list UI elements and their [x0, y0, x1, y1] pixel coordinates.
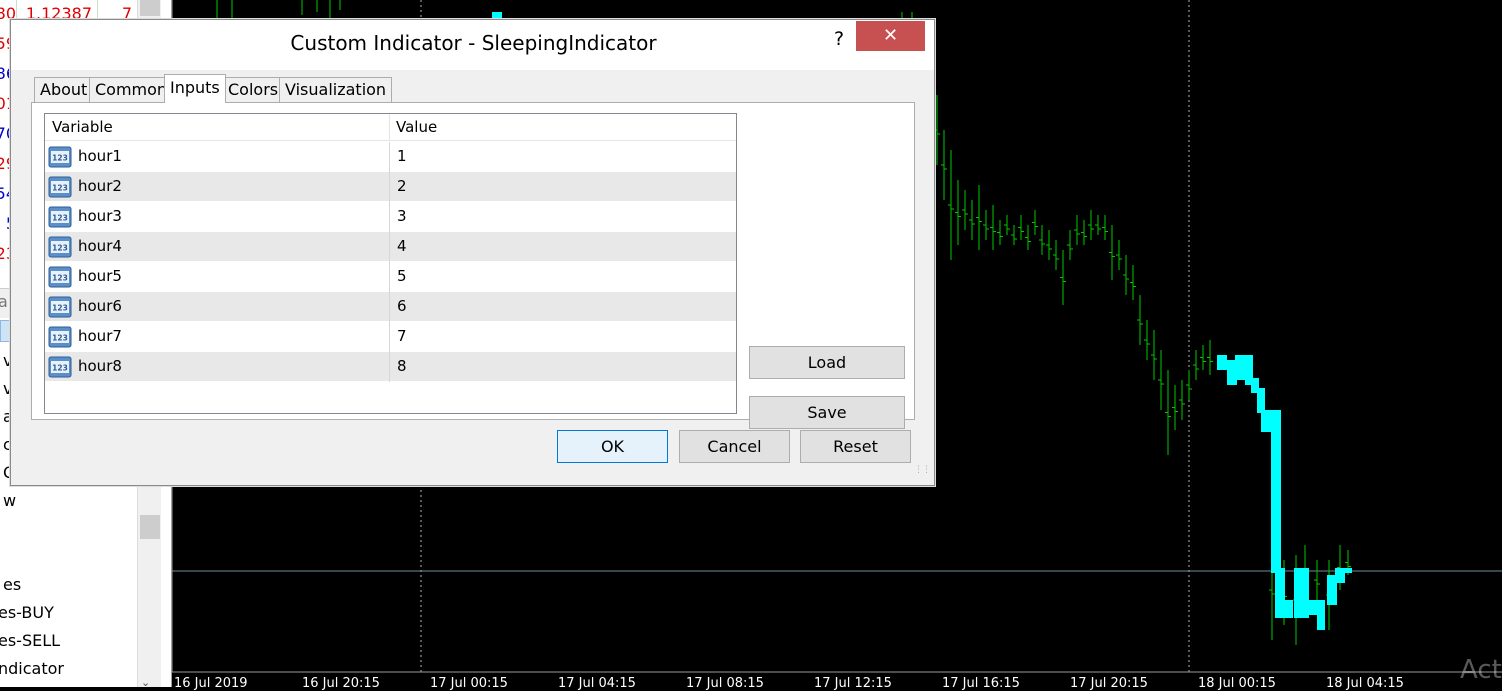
input-row[interactable]: 123 hour7 7: [45, 322, 736, 352]
scrollbar-thumb[interactable]: [140, 0, 160, 16]
scrollbar-thumb[interactable]: [140, 515, 160, 539]
activate-windows-watermark: Activate Window: [1460, 655, 1502, 685]
variable-name[interactable]: hour5: [78, 267, 122, 285]
variable-value[interactable]: 7: [397, 327, 407, 345]
tab-common[interactable]: Common: [89, 77, 174, 102]
time-axis-label: 17 Jul 16:15: [942, 676, 1020, 691]
integer-type-icon-label: 123: [52, 214, 68, 223]
inputs-grid: Variable Value 123 hour1 1 123 hour2 2 123 hour…: [44, 113, 737, 414]
integer-type-icon: 123: [48, 146, 72, 168]
input-row[interactable]: 123 hour3 3: [45, 202, 736, 232]
sleeping-hours-block: [1257, 388, 1265, 413]
integer-type-icon: 123: [48, 326, 72, 348]
time-axis-label: 17 Jul 08:15: [686, 676, 764, 691]
input-row[interactable]: 123 hour4 4: [45, 232, 736, 262]
cell-divider: [389, 322, 390, 352]
sleeping-hours-block: [1275, 568, 1285, 618]
help-button[interactable]: ?: [824, 25, 854, 53]
variable-value[interactable]: 6: [397, 297, 407, 315]
ok-button[interactable]: OK: [557, 430, 668, 463]
variable-name[interactable]: hour6: [78, 297, 122, 315]
input-row[interactable]: 123 hour1 1: [45, 142, 736, 172]
column-divider[interactable]: [389, 114, 390, 141]
time-axis-label: 18 Jul 00:15: [1198, 676, 1276, 691]
input-row[interactable]: 123 hour5 5: [45, 262, 736, 292]
variable-name[interactable]: hour2: [78, 177, 122, 195]
integer-type-icon-label: 123: [52, 304, 68, 313]
variable-value[interactable]: 5: [397, 267, 407, 285]
close-button[interactable]: ✕: [856, 21, 925, 51]
sleeping-hours-block: [1271, 413, 1281, 573]
scroll-down-arrow-icon[interactable]: ⌄: [141, 676, 150, 689]
integer-type-icon-label: 123: [52, 184, 68, 193]
cell-divider: [389, 172, 390, 202]
resize-grip-icon[interactable]: ⋮⋮: [914, 465, 931, 475]
integer-type-icon-label: 123: [52, 334, 68, 343]
save-button[interactable]: Save: [749, 396, 905, 429]
integer-type-icon: 123: [48, 356, 72, 378]
sleeping-hours-block: [1317, 600, 1325, 630]
input-row[interactable]: 123 hour6 6: [45, 292, 736, 322]
cell-divider: [389, 262, 390, 292]
time-axis-label: 17 Jul 20:15: [1070, 676, 1148, 691]
variable-name[interactable]: hour1: [78, 147, 122, 165]
sleeping-hours-block: [1285, 600, 1293, 618]
integer-type-icon-label: 123: [52, 244, 68, 253]
sleeping-hours-block: [1217, 355, 1227, 370]
load-button[interactable]: Load: [749, 346, 905, 379]
variable-value[interactable]: 2: [397, 177, 407, 195]
variable-value[interactable]: 1: [397, 147, 407, 165]
time-axis-label: 16 Jul 20:15: [302, 676, 380, 691]
time-axis-label: 17 Jul 12:15: [814, 676, 892, 691]
time-axis-label: 16 Jul 2019: [174, 676, 248, 691]
cancel-button[interactable]: Cancel: [679, 430, 790, 463]
variable-name[interactable]: hour8: [78, 357, 122, 375]
cell-divider: [389, 232, 390, 262]
integer-type-icon: 123: [48, 206, 72, 228]
integer-type-icon-label: 123: [52, 274, 68, 283]
sleeping-hours-block: [1340, 568, 1352, 573]
column-header-variable[interactable]: Variable: [52, 118, 113, 136]
custom-indicator-dialog: Custom Indicator - SleepingIndicator ? ✕…: [10, 19, 935, 486]
variable-value[interactable]: 3: [397, 207, 407, 225]
integer-type-icon: 123: [48, 266, 72, 288]
sleeping-hours-block: [1294, 568, 1309, 618]
integer-type-icon: 123: [48, 296, 72, 318]
time-axis-label: 17 Jul 00:15: [430, 676, 508, 691]
grid-header: Variable Value: [45, 114, 736, 141]
integer-type-icon: 123: [48, 176, 72, 198]
dialog-titlebar[interactable]: Custom Indicator - SleepingIndicator ? ✕: [11, 20, 934, 70]
navigator-item[interactable]: ndicator: [0, 659, 64, 678]
cell-divider: [389, 352, 390, 382]
variable-value[interactable]: 8: [397, 357, 407, 375]
integer-type-icon-label: 123: [52, 154, 68, 163]
reset-button[interactable]: Reset: [800, 430, 911, 463]
inputs-tab-panel: Variable Value 123 hour1 1 123 hour2 2 123 hour…: [31, 102, 915, 429]
time-axis-label: 17 Jul 04:15: [558, 676, 636, 691]
column-header-value[interactable]: Value: [396, 118, 437, 136]
tab-inputs[interactable]: Inputs: [164, 74, 226, 103]
navigator-item[interactable]: es: [3, 575, 21, 594]
input-row[interactable]: 123 hour2 2: [45, 172, 736, 202]
cell-divider: [389, 202, 390, 232]
close-icon: ✕: [882, 25, 899, 46]
time-axis-label: 18 Jul 04:15: [1326, 676, 1404, 691]
variable-name[interactable]: hour4: [78, 237, 122, 255]
tab-colors[interactable]: Colors: [222, 77, 285, 102]
variable-name[interactable]: hour3: [78, 207, 122, 225]
navigator-item[interactable]: es-BUY: [0, 603, 54, 622]
dialog-title: Custom Indicator - SleepingIndicator: [290, 31, 657, 55]
input-row[interactable]: 123 hour8 8: [45, 352, 736, 382]
integer-type-icon: 123: [48, 236, 72, 258]
cell-divider: [389, 292, 390, 322]
variable-value[interactable]: 4: [397, 237, 407, 255]
variable-name[interactable]: hour7: [78, 327, 122, 345]
tab-about[interactable]: About: [34, 77, 94, 102]
navigator-item[interactable]: w: [3, 491, 16, 510]
cell-divider: [389, 142, 390, 172]
navigator-item[interactable]: es-SELL: [0, 631, 60, 650]
integer-type-icon-label: 123: [52, 364, 68, 373]
tab-visualization[interactable]: Visualization: [279, 77, 393, 102]
